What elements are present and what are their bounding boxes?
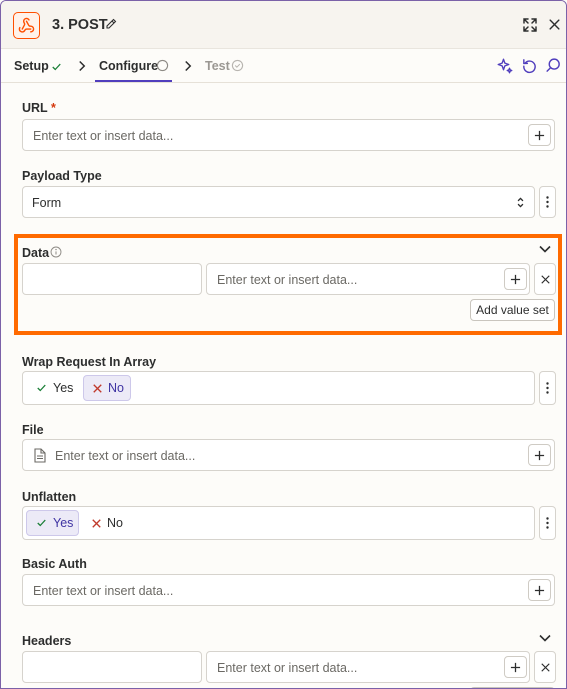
unflatten-toggle: Yes No [22,506,535,540]
more-options-icon[interactable] [539,371,556,405]
check-icon [36,518,47,528]
close-icon[interactable] [548,18,561,34]
search-icon[interactable] [545,57,562,77]
expand-icon[interactable] [522,17,538,36]
file-placeholder: Enter text or insert data... [55,449,196,463]
pencil-icon[interactable] [105,18,117,33]
payload-type-value: Form [32,196,62,210]
undo-icon[interactable] [521,57,538,77]
editor-panel: 3. POST Setup Configure Test URL * Enter… [0,0,567,689]
add-value-set-button[interactable]: Add value set [470,299,555,321]
unflatten-yes-label: Yes [53,516,74,530]
header-key-input[interactable] [22,651,202,683]
document-icon [34,448,46,466]
status-circle-icon [231,59,244,75]
header-value-placeholder: Enter text or insert data... [217,661,358,675]
unflatten-yes-option[interactable]: Yes [26,510,79,536]
headers-label: Headers [22,634,72,648]
data-key-input[interactable] [22,263,202,295]
chevron-down-icon[interactable] [539,242,551,256]
webhook-icon [13,12,40,39]
url-placeholder: Enter text or insert data... [33,129,174,143]
insert-data-button[interactable] [528,124,551,146]
unflatten-no-option[interactable]: No [83,510,131,536]
sparkle-icon[interactable] [496,57,514,78]
chevron-right-icon [78,60,86,75]
basic-auth-label: Basic Auth [22,557,87,571]
data-label: Data [22,246,50,260]
url-label: URL * [22,101,56,115]
data-value-placeholder: Enter text or insert data... [217,273,358,287]
remove-row-button[interactable] [534,651,556,683]
select-arrows-icon [516,196,525,212]
more-options-icon[interactable] [539,506,556,540]
chevron-down-icon[interactable] [539,631,551,645]
wrap-request-label: Wrap Request In Array [22,355,157,369]
file-input[interactable]: Enter text or insert data... [22,439,555,471]
check-icon [51,61,62,75]
check-icon [36,383,47,393]
insert-data-button[interactable] [528,579,551,601]
wrap-yes-label: Yes [53,381,74,395]
file-label: File [22,423,44,437]
step-tabs: Setup Configure Test [1,49,566,83]
status-circle-icon [156,59,169,75]
step-title[interactable]: 3. POST [52,17,108,33]
header-value-input[interactable]: Enter text or insert data... [206,651,530,683]
remove-row-button[interactable] [534,263,556,295]
insert-data-button[interactable] [504,268,527,290]
step-header: 3. POST [1,1,566,49]
more-options-icon[interactable] [539,186,556,218]
info-icon[interactable] [50,246,62,261]
unflatten-no-label: No [107,516,123,530]
x-icon [92,518,101,528]
wrap-no-option[interactable]: No [83,375,131,401]
tab-test[interactable]: Test [205,59,230,73]
unflatten-label: Unflatten [22,490,77,504]
active-tab-underline [95,80,172,82]
insert-data-button[interactable] [528,444,551,466]
required-mark: * [50,101,56,115]
chevron-right-icon [184,60,192,75]
basic-auth-placeholder: Enter text or insert data... [33,584,174,598]
x-icon [93,383,102,393]
wrap-no-label: No [108,381,124,395]
payload-type-label: Payload Type [22,169,102,183]
insert-data-button[interactable] [504,656,527,678]
payload-type-select[interactable]: Form [22,186,535,218]
url-input[interactable]: Enter text or insert data... [22,119,555,151]
tab-configure[interactable]: Configure [99,59,158,73]
tab-setup[interactable]: Setup [14,59,49,73]
wrap-yes-option[interactable]: Yes [29,375,83,401]
basic-auth-input[interactable]: Enter text or insert data... [22,574,555,606]
data-value-input[interactable]: Enter text or insert data... [206,263,530,295]
wrap-request-toggle: Yes No [22,371,535,405]
